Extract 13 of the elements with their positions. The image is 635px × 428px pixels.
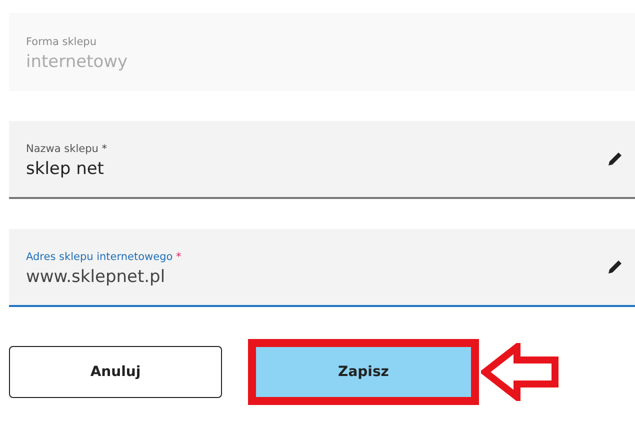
- field-value: internetowy: [26, 52, 129, 72]
- pencil-icon[interactable]: [607, 259, 623, 275]
- field-label: Forma sklepu: [26, 36, 98, 48]
- field-label: Nazwa sklepu *: [26, 143, 108, 155]
- pencil-icon[interactable]: [607, 151, 623, 167]
- text-field[interactable]: Adres sklepu internetowego * www.sklepnet.pl: [9, 229, 635, 307]
- field-label: Adres sklepu internetowego *: [26, 251, 182, 263]
- save-button[interactable]: Zapisz: [256, 347, 471, 397]
- field-value: www.sklepnet.pl: [26, 267, 166, 287]
- field-value: sklep net: [26, 159, 105, 179]
- text-field[interactable]: Nazwa sklepu * sklep net: [9, 121, 635, 199]
- cancel-button[interactable]: Anuluj: [9, 346, 222, 398]
- arrow-icon: [481, 343, 561, 401]
